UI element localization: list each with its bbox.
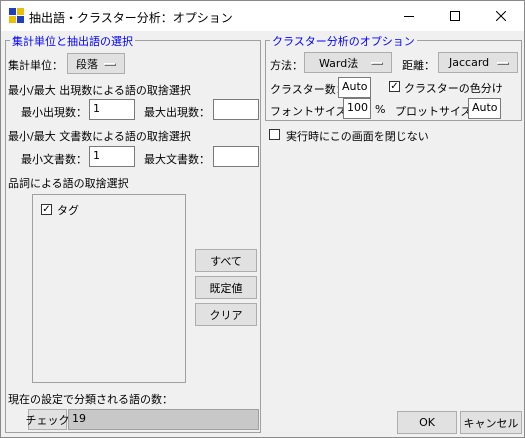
distance-select-value: Jaccard [449, 56, 490, 69]
min-doc-input[interactable]: 1 [89, 146, 135, 167]
min-freq-input[interactable]: 1 [89, 99, 135, 120]
unit-select[interactable]: 段落 [67, 53, 125, 74]
maximize-button[interactable] [432, 1, 478, 31]
checkmark-icon: ✓ [42, 203, 51, 215]
max-doc-label: 最大文書数： [144, 153, 210, 166]
close-button[interactable] [478, 1, 524, 31]
cancel-button[interactable]: キャンセル [460, 411, 522, 434]
keep-open-checkbox[interactable] [269, 129, 280, 140]
window-title: 抽出語・クラスター分析：オプション [29, 11, 233, 25]
method-label: 方法： [270, 59, 303, 72]
check-button[interactable]: チェック [26, 409, 70, 430]
method-select-value: Ward法 [319, 56, 359, 70]
unit-label: 集計単位： [8, 59, 63, 72]
method-select[interactable]: Ward法 [304, 52, 392, 73]
word-count-label: 現在の設定で分類される語の数： [8, 393, 173, 406]
doc-section-label: 最小/最大 文書数による語の取捨選択 [8, 130, 191, 143]
pos-section-label: 品詞による語の取捨選択 [8, 177, 129, 190]
font-size-unit: % [375, 103, 386, 116]
pos-item-checkbox[interactable]: ✓ [41, 204, 52, 215]
default-button[interactable]: 既定値 [195, 276, 257, 299]
freq-section-label: 最小/最大 出現数による語の取捨選択 [8, 84, 191, 97]
cluster-color-checkbox[interactable]: ✓ [389, 81, 400, 92]
max-freq-input[interactable] [213, 99, 259, 120]
menu-indicator-icon [371, 62, 383, 65]
word-selection-group-title: 集計単位と抽出語の選択 [10, 33, 135, 49]
min-freq-label: 最小出現数： [21, 106, 87, 119]
distance-label: 距離： [402, 59, 435, 72]
cluster-options-group-title: クラスター分析のオプション [270, 33, 417, 49]
select-all-button[interactable]: すべて [195, 249, 257, 272]
cluster-count-input[interactable]: Auto [338, 77, 371, 98]
plot-size-input[interactable]: Auto [468, 98, 501, 119]
app-icon [9, 8, 25, 24]
keep-open-label: 実行時にこの画面を閉じない [286, 130, 429, 143]
cluster-color-label: クラスターの色分け [404, 82, 503, 95]
options-dialog: 抽出語・クラスター分析：オプション 集計単位と抽出語の選択 集計単位： 段落 最… [0, 0, 525, 438]
clear-button[interactable]: クリア [195, 303, 257, 326]
menu-indicator-icon [497, 62, 509, 65]
unit-select-value: 段落 [76, 57, 98, 71]
checkmark-icon: ✓ [390, 80, 399, 92]
minimize-button[interactable] [386, 1, 432, 31]
max-freq-label: 最大出現数： [144, 106, 210, 119]
ok-button[interactable]: OK [397, 411, 457, 434]
pos-item-label: タグ [57, 204, 79, 217]
pos-list[interactable]: ✓ タグ [32, 194, 186, 383]
font-size-input[interactable]: 100 [343, 98, 371, 119]
menu-indicator-icon [104, 63, 116, 66]
close-icon [496, 11, 506, 21]
maximize-icon [450, 11, 460, 21]
title-bar: 抽出語・クラスター分析：オプション [1, 1, 524, 31]
distance-select[interactable]: Jaccard [438, 52, 518, 73]
min-doc-label: 最小文書数： [21, 153, 87, 166]
cluster-count-label: クラスター数： [270, 83, 347, 96]
minimize-icon [404, 16, 414, 17]
word-count-value: 19 [68, 409, 259, 430]
max-doc-input[interactable] [213, 146, 259, 167]
